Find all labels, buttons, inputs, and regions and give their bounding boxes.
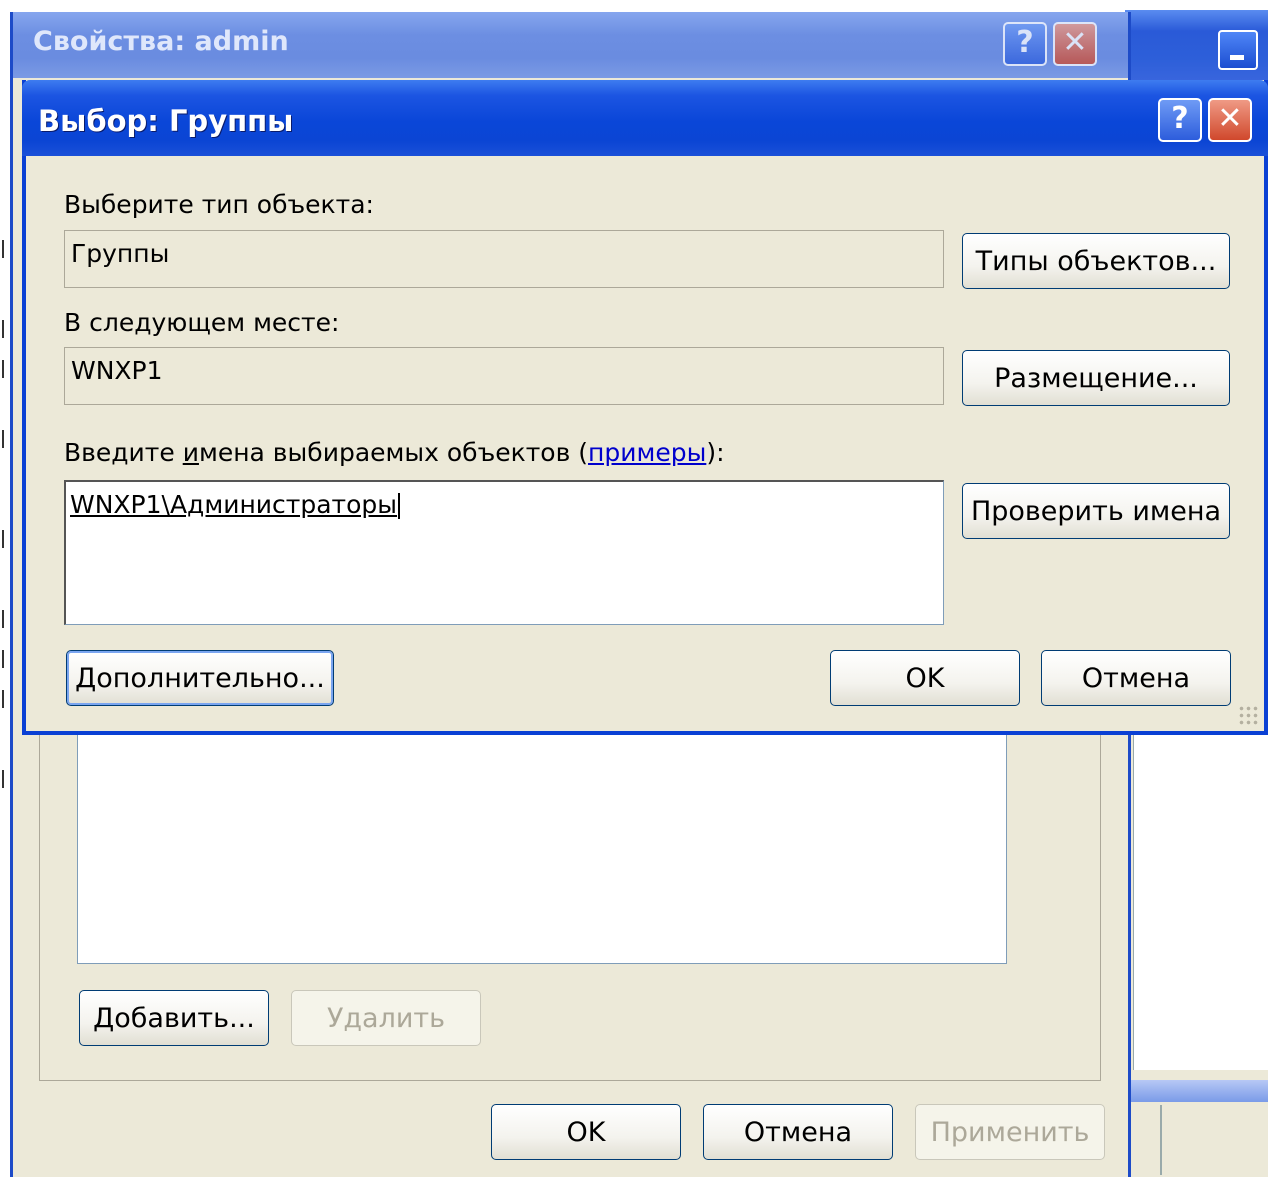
edge-mark <box>2 690 10 708</box>
names-label-suffix: ): <box>706 438 725 467</box>
names-label-prefix: Введите <box>64 438 183 467</box>
background-window-divider <box>1160 1105 1162 1175</box>
edge-mark <box>2 650 10 668</box>
edge-mark <box>2 360 10 378</box>
edge-mark <box>2 320 10 338</box>
location-field: WNXP1 <box>64 347 944 405</box>
edge-mark <box>2 610 10 628</box>
text-caret <box>398 493 401 519</box>
advanced-button[interactable]: Дополнительно... <box>66 650 334 706</box>
select-groups-titlebar: Выбор: Группы ? ✕ <box>22 80 1268 156</box>
names-label: Введите имена выбираемых объектов (приме… <box>64 438 725 467</box>
edge-mark <box>2 240 10 258</box>
close-icon[interactable]: ✕ <box>1208 98 1252 142</box>
apply-button: Применить <box>915 1104 1105 1160</box>
object-type-field: Группы <box>64 230 944 288</box>
minimize-icon[interactable] <box>1218 30 1258 70</box>
location-label: В следующем месте: <box>64 308 340 337</box>
members-list[interactable] <box>77 727 1007 964</box>
edge-mark <box>2 530 10 548</box>
background-window-titlebar <box>1125 10 1268 80</box>
ok-button[interactable]: OK <box>491 1104 681 1160</box>
background-window-band <box>1125 1080 1268 1102</box>
object-names-value: WNXP1\Администраторы <box>70 490 398 519</box>
cancel-button[interactable]: Отмена <box>1041 650 1231 706</box>
object-types-button[interactable]: Типы объектов... <box>962 233 1230 289</box>
ok-button[interactable]: OK <box>830 650 1020 706</box>
properties-titlebar: Свойства: admin ? ✕ <box>13 12 1128 78</box>
resize-grip-icon[interactable] <box>1238 705 1260 727</box>
close-icon[interactable]: ✕ <box>1053 22 1097 66</box>
edge-mark <box>2 770 10 788</box>
help-icon[interactable]: ? <box>1158 98 1202 142</box>
locations-button[interactable]: Размещение... <box>962 350 1230 406</box>
names-label-rest: мена выбираемых объектов ( <box>198 438 589 467</box>
remove-button: Удалить <box>291 990 481 1046</box>
check-names-button[interactable]: Проверить имена <box>962 483 1230 539</box>
help-icon[interactable]: ? <box>1003 22 1047 66</box>
object-type-label: Выберите тип объекта: <box>64 190 374 219</box>
cancel-button[interactable]: Отмена <box>703 1104 893 1160</box>
object-names-input[interactable]: WNXP1\Администраторы <box>64 480 944 625</box>
names-label-accelerator: и <box>182 438 199 467</box>
examples-link[interactable]: примеры <box>588 438 706 467</box>
add-button[interactable]: Добавить... <box>79 990 269 1046</box>
edge-mark <box>2 430 10 448</box>
select-groups-dialog: Выбор: Группы ? ✕ Выберите тип объекта: … <box>22 80 1268 735</box>
properties-title: Свойства: admin <box>33 26 289 57</box>
select-groups-title: Выбор: Группы <box>38 104 294 138</box>
